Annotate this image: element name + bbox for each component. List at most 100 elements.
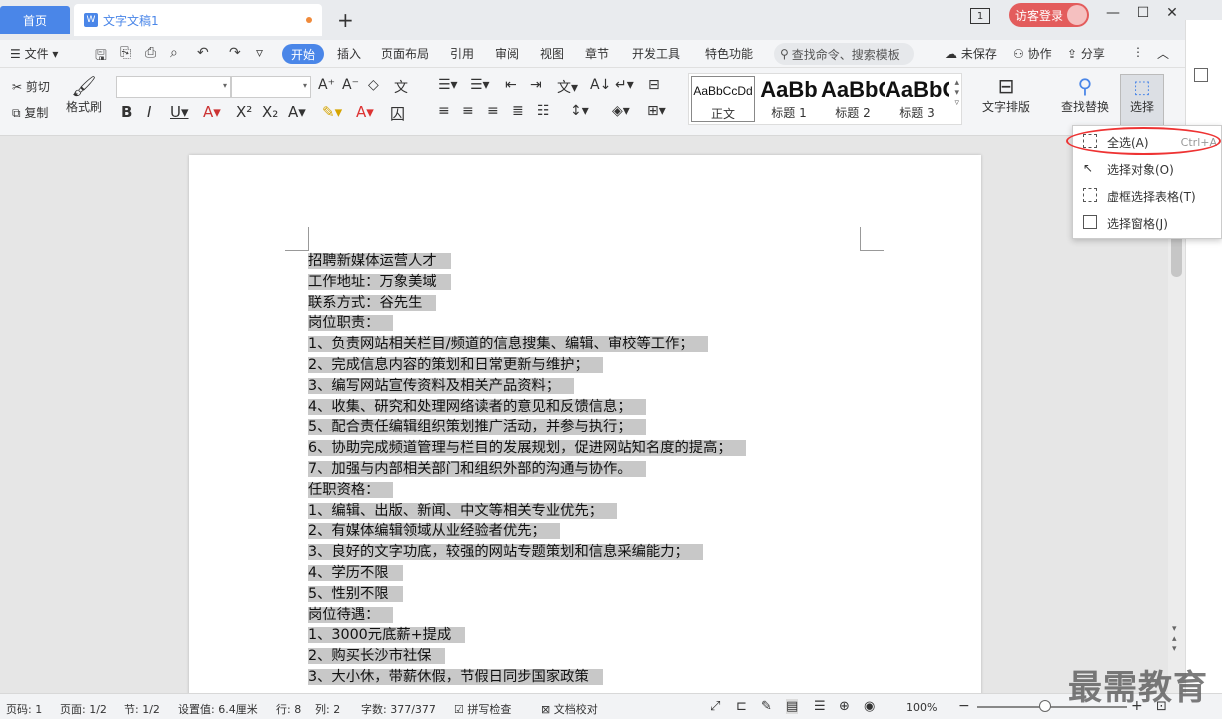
borders-icon[interactable]: ⊞▾ [647, 103, 666, 119]
collapse-ribbon-icon[interactable]: ︿ [1157, 45, 1169, 62]
print-icon[interactable]: ⎙ [145, 45, 156, 61]
line-spacing-icon[interactable]: ↕▾ [570, 103, 589, 119]
cut-button[interactable]: ✂ 剪切 [12, 78, 50, 95]
align-left-icon[interactable]: ≡ [438, 103, 450, 119]
show-marks-icon[interactable]: ↵▾ [615, 77, 634, 93]
find-replace-button[interactable]: ⚲ 查找替换 [1055, 74, 1115, 115]
highlight-icon[interactable]: ✎▾ [322, 103, 342, 121]
document-line[interactable]: 7、加强与内部相关部门和组织外部的沟通与协作。 [308, 459, 746, 480]
document-line[interactable]: 5、配合责任编辑组织策划推广活动，并参与执行； [308, 417, 746, 438]
save-icon[interactable]: 🖫 [95, 45, 107, 69]
outline-view-icon[interactable]: ☰ [814, 699, 826, 714]
status-row[interactable]: 行: 8 [276, 701, 301, 717]
zoom-slider-handle[interactable] [1038, 700, 1051, 712]
document-line[interactable]: 6、协助完成频道管理与栏目的发展规划，促进网站知名度的提高； [308, 438, 746, 459]
document-line[interactable]: 4、收集、研究和处理网络读者的意见和反馈信息； [308, 397, 746, 418]
login-button[interactable]: 访客登录 [1009, 3, 1089, 27]
copy-button[interactable]: ⧉ 复制 [12, 104, 48, 121]
shrink-font-icon[interactable]: A⁻ [342, 77, 359, 93]
document-line[interactable]: 3、大小休，带薪休假，节假日同步国家政策 [308, 667, 746, 688]
page-view-icon[interactable]: ▤ [786, 699, 799, 714]
collaborate-button[interactable]: ⚇ 协作 [1013, 45, 1052, 62]
justify-icon[interactable]: ≣ [512, 103, 524, 119]
document-page[interactable]: 招聘新媒体运营人才 工作地址：万象美域 联系方式：谷先生 岗位职责： 1、负责网站相关栏… [189, 155, 981, 715]
close-icon[interactable]: ✕ [1162, 5, 1182, 21]
file-menu[interactable]: ☰ 文件 ▾ [10, 45, 58, 62]
status-page[interactable]: 页面: 1/2 [60, 701, 107, 717]
panel-icon[interactable] [1194, 68, 1208, 82]
decrease-indent-icon[interactable]: ⇤ [505, 77, 517, 93]
write-mode-icon[interactable]: ✎ [761, 699, 772, 714]
italic-icon[interactable]: I [147, 103, 151, 121]
status-col[interactable]: 列: 2 [315, 701, 340, 717]
spell-check-button[interactable]: ☑ 拼写检查 [454, 701, 511, 717]
more-icon[interactable]: ⋮ [1132, 45, 1144, 59]
document-line[interactable]: 2、完成信息内容的策划和日常更新与维护； [308, 355, 746, 376]
eye-protect-icon[interactable]: ◉ [864, 699, 875, 714]
style-heading-3[interactable]: AaBbC 标题 3 [885, 76, 949, 122]
style-heading-1[interactable]: AaBb 标题 1 [757, 76, 821, 122]
styles-more-icon[interactable]: ▴ ▾ ▿ [954, 78, 959, 108]
document-line[interactable]: 1、3000元底薪+提成 [308, 625, 746, 646]
style-heading-2[interactable]: AaBbC 标题 2 [821, 76, 885, 122]
pinyin-icon[interactable]: 文 [394, 77, 408, 97]
new-tab-button[interactable]: + [337, 8, 354, 32]
document-line[interactable]: 岗位职责： [308, 313, 746, 334]
menu-page-layout[interactable]: 页面布局 [381, 45, 429, 62]
status-words[interactable]: 字数: 377/377 [361, 701, 436, 717]
style-normal[interactable]: AaBbCcDd 正文 [691, 76, 755, 122]
grow-font-icon[interactable]: A⁺ [318, 77, 335, 93]
underline-icon[interactable]: U▾ [170, 103, 189, 121]
bullet-list-icon[interactable]: ☰▾ [438, 77, 458, 93]
document-line[interactable]: 1、编辑、出版、新闻、中文等相关专业优先； [308, 501, 746, 522]
chinese-layout-icon[interactable]: 文▾ [557, 77, 578, 97]
menu-developer[interactable]: 开发工具 [632, 45, 680, 62]
char-border-icon[interactable]: 囚 [390, 103, 405, 124]
text-effect-icon[interactable]: A▾ [288, 103, 306, 121]
tab-home[interactable]: 首页 [0, 6, 70, 34]
document-line[interactable]: 3、良好的文字功底，较强的网站专题策划和信息采编能力； [308, 542, 746, 563]
unsaved-button[interactable]: ☁ 未保存 [945, 45, 997, 62]
status-section[interactable]: 节: 1/2 [124, 701, 160, 717]
font-size-select[interactable]: ▾ [231, 76, 311, 98]
status-setting[interactable]: 设置值: 6.4厘米 [178, 701, 258, 717]
bold-icon[interactable]: B [121, 103, 132, 121]
text-layout-button[interactable]: ⊟ 文字排版 [976, 74, 1036, 115]
share-button[interactable]: ⇪ 分享 [1067, 45, 1105, 62]
clear-format-icon[interactable]: ◇ [368, 77, 379, 93]
increase-indent-icon[interactable]: ⇥ [530, 77, 542, 93]
print-preview-icon[interactable]: ⌕ [170, 45, 178, 61]
document-line[interactable]: 3、编写网站宣传资料及相关产品资料； [308, 376, 746, 397]
subscript-icon[interactable]: X₂ [262, 103, 278, 121]
menu-features[interactable]: 特色功能 [705, 45, 753, 62]
document-line[interactable]: 4、学历不限 [308, 563, 746, 584]
customize-icon[interactable]: ▿ [256, 45, 263, 61]
menu-review[interactable]: 审阅 [495, 45, 519, 62]
page-indicator-icon[interactable]: 1 [970, 8, 990, 24]
menu-references[interactable]: 引用 [450, 45, 474, 62]
format-painter-button[interactable]: 🖌 格式刷 [64, 74, 104, 115]
document-line[interactable]: 工作地址：万象美域 [308, 272, 746, 293]
align-right-icon[interactable]: ≡ [487, 103, 499, 119]
select-button[interactable]: ⬚ 选择 [1120, 74, 1164, 128]
read-mode-icon[interactable]: ⊏ [736, 699, 747, 714]
document-body[interactable]: 招聘新媒体运营人才 工作地址：万象美域 联系方式：谷先生 岗位职责： 1、负责网站相关栏… [308, 251, 746, 688]
export-icon[interactable]: ⎘ [120, 45, 131, 61]
superscript-icon[interactable]: X² [236, 103, 252, 121]
font-color-icon[interactable]: A▾ [356, 103, 374, 121]
selection-pane-item[interactable]: 选择窗格(J) [1073, 210, 1222, 236]
shading-icon[interactable]: ◈▾ [612, 103, 630, 119]
document-line[interactable]: 5、性别不限 [308, 584, 746, 605]
table-border-icon[interactable]: ⊟ [648, 77, 660, 93]
document-line[interactable]: 1、负责网站相关栏目/频道的信息搜集、编辑、审校等工作； [308, 334, 746, 355]
web-view-icon[interactable]: ⊕ [839, 699, 850, 714]
tab-document[interactable]: W 文字文稿1 [74, 4, 322, 36]
undo-icon[interactable]: ↶ [197, 45, 209, 61]
numbered-list-icon[interactable]: ☰▾ [470, 77, 490, 93]
document-line[interactable]: 岗位待遇： [308, 605, 746, 626]
document-line[interactable]: 招聘新媒体运营人才 [308, 251, 746, 272]
fullscreen-icon[interactable]: ⤢ [710, 699, 720, 714]
menu-view[interactable]: 视图 [540, 45, 564, 62]
menu-insert[interactable]: 插入 [337, 45, 361, 62]
doc-proof-button[interactable]: ⊠ 文档校对 [541, 701, 598, 717]
